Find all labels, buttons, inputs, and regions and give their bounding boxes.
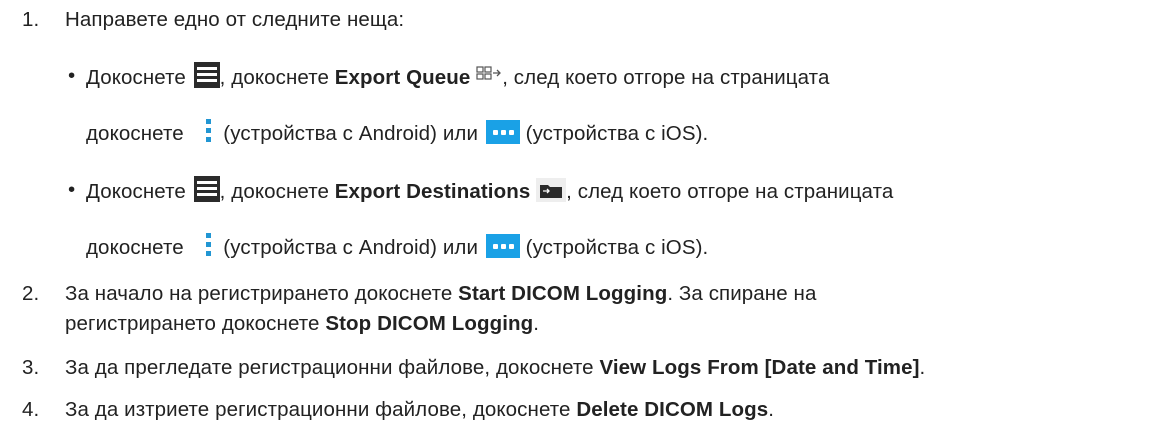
step-text: За да прегледате регистрационни файлове,… (65, 356, 600, 379)
view-logs-label: View Logs From [Date and Time] (599, 356, 920, 379)
step-text: . (919, 356, 926, 379)
start-dicom-logging-label: Start DICOM Logging (458, 282, 668, 305)
bullet-text: (устройства с iOS). (519, 236, 709, 259)
ios-more-icon (485, 120, 520, 144)
bullet-text: , докоснете (219, 180, 335, 203)
step-number: 1. (22, 8, 40, 31)
step-number: 3. (22, 356, 40, 379)
step-text: . За спиране на (667, 282, 817, 305)
export-queue-icon (476, 66, 502, 88)
bullet-text: (устройства с Android) или (217, 122, 484, 145)
step-text: . (533, 312, 540, 335)
bullet-marker: • (68, 178, 76, 201)
stop-dicom-logging-label: Stop DICOM Logging (325, 312, 534, 335)
bullet-text: Докоснете (86, 180, 192, 203)
step-number: 2. (22, 282, 40, 305)
bullet-text: , след което отгоре на страницата (566, 180, 894, 203)
step-text: За да изтриете регистрационни файлове, д… (65, 398, 577, 421)
bullet-text: докоснете (86, 236, 190, 259)
bullet-2-line-2: докоснете (устройства с Android) или (ус… (86, 232, 708, 262)
step-text: регистрирането докоснете (65, 312, 326, 335)
export-queue-label: Export Queue (334, 66, 471, 89)
step-number: 4. (22, 398, 40, 421)
menu-icon (193, 176, 220, 202)
bullet-1-line-2: докоснете (устройства с Android) или (ус… (86, 118, 708, 148)
vertical-dots-icon (202, 118, 216, 144)
export-destinations-icon (536, 178, 567, 202)
bullet-text: докоснете (86, 122, 190, 145)
bullet-text: (устройства с Android) или (217, 236, 484, 259)
step-text: . (768, 398, 775, 421)
delete-dicom-logs-label: Delete DICOM Logs (576, 398, 769, 421)
bullet-text: , след което отгоре на страницата (502, 66, 830, 89)
step-2-line-2: регистрирането докоснете Stop DICOM Logg… (65, 310, 539, 338)
bullet-text: Докоснете (86, 66, 192, 89)
step-text: За начало на регистрирането докоснете (65, 282, 459, 305)
vertical-dots-icon (202, 232, 216, 258)
menu-icon (193, 62, 220, 88)
bullet-text: , докоснете (219, 66, 335, 89)
export-destinations-label: Export Destinations (334, 180, 531, 203)
bullet-marker: • (68, 64, 76, 87)
ios-more-icon (485, 234, 520, 258)
step-text: Направете едно от следните неща: (65, 8, 405, 31)
bullet-text: (устройства с iOS). (519, 122, 709, 145)
